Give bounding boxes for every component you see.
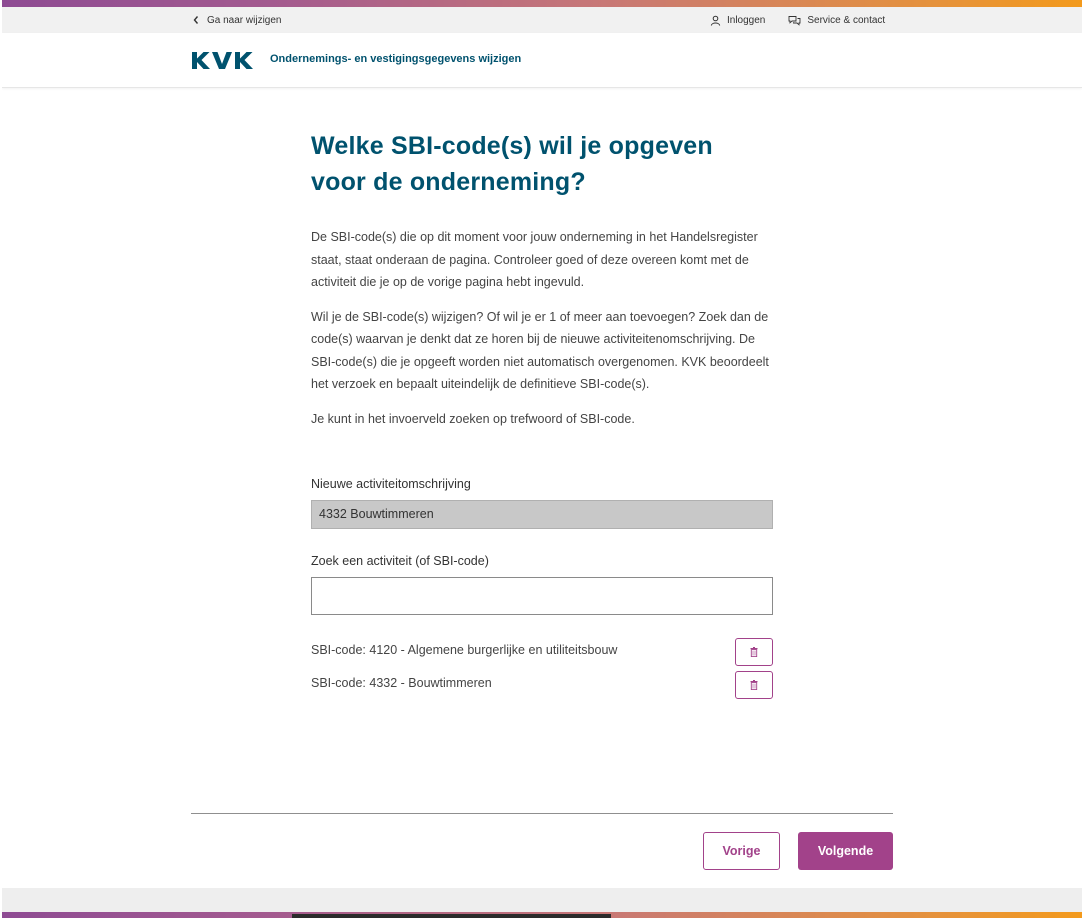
back-link-label: Ga naar wijzigen xyxy=(207,14,282,26)
sbi-code-label: SBI-code: 4120 - Algemene burgerlijke en… xyxy=(311,643,618,657)
chat-bubbles-icon xyxy=(788,15,801,26)
utility-bar: Ga naar wijzigen Inloggen Service & cont… xyxy=(2,7,1082,33)
sbi-code-label: SBI-code: 4332 - Bouwtimmeren xyxy=(311,676,492,690)
bottom-dark-bar xyxy=(292,914,611,918)
form-divider xyxy=(191,813,893,814)
search-field-label: Zoek een activiteit (of SBI-code) xyxy=(311,554,489,568)
sbi-search-input[interactable] xyxy=(311,577,773,615)
user-icon xyxy=(710,15,721,26)
trash-icon xyxy=(750,647,758,657)
header-title: Ondernemings- en vestigingsgegevens wijz… xyxy=(270,53,522,65)
page: Ga naar wijzigen Inloggen Service & cont… xyxy=(2,0,1082,918)
top-color-stripe xyxy=(2,0,1082,7)
next-button[interactable]: Volgende xyxy=(798,832,893,870)
activity-field-label: Nieuwe activiteitomschrijving xyxy=(311,477,471,491)
chevron-left-icon xyxy=(193,16,199,24)
delete-sbi-code-button[interactable] xyxy=(735,638,773,666)
instruction-paragraph: Wil je de SBI-code(s) wijzigen? Of wil j… xyxy=(311,309,769,392)
service-contact-link[interactable]: Service & contact xyxy=(788,15,885,26)
sbi-code-item: SBI-code: 4120 - Algemene burgerlijke en… xyxy=(311,638,773,666)
main-content: Welke SBI-code(s) wil je opgeven voor de… xyxy=(311,128,773,430)
trash-icon xyxy=(750,680,758,690)
previous-button[interactable]: Vorige xyxy=(703,832,780,870)
delete-sbi-code-button[interactable] xyxy=(735,671,773,699)
back-to-changes-link[interactable]: Ga naar wijzigen xyxy=(192,7,281,33)
activity-readonly-field: 4332 Bouwtimmeren xyxy=(311,500,773,529)
sbi-code-item: SBI-code: 4332 - Bouwtimmeren xyxy=(311,671,773,699)
search-hint-paragraph: Je kunt in het invoerveld zoeken op tref… xyxy=(311,411,635,426)
site-header: Ondernemings- en vestigingsgegevens wijz… xyxy=(2,33,1082,88)
kvk-logo[interactable] xyxy=(191,51,259,75)
intro-paragraph: De SBI-code(s) die op dit moment voor jo… xyxy=(311,230,758,289)
service-contact-label: Service & contact xyxy=(807,14,886,26)
login-link[interactable]: Inloggen xyxy=(710,15,765,26)
login-label: Inloggen xyxy=(727,14,766,26)
page-title: Welke SBI-code(s) wil je opgeven voor de… xyxy=(311,132,713,196)
footer xyxy=(2,888,1082,912)
kvk-logo-mark xyxy=(192,52,253,69)
